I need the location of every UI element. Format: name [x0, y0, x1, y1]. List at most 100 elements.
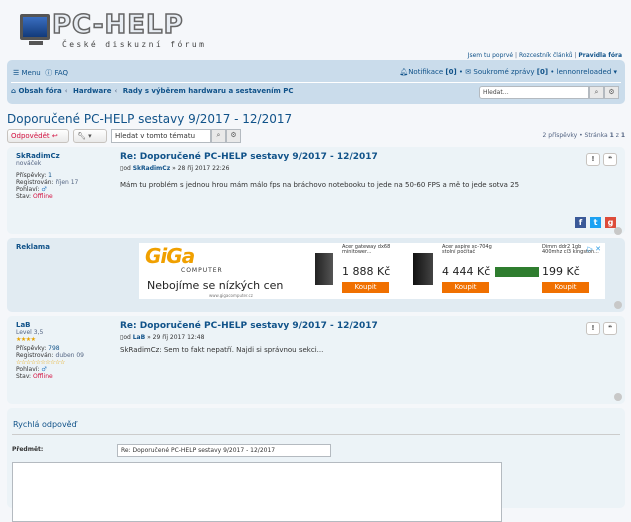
ad-url: www.gigacomputer.cz — [209, 293, 253, 298]
status-badge: Offline — [33, 193, 53, 200]
gear-icon[interactable]: ⚙ — [604, 86, 619, 99]
buy-button[interactable]: Koupit — [542, 282, 589, 293]
buy-button[interactable]: Koupit — [342, 282, 389, 293]
rank-stars: ★★★★ — [16, 336, 36, 343]
registered-date: říjen 17 — [55, 179, 79, 186]
post-profile: LaB Level 3,5 ★★★★ Příspěvky: 798 Regist… — [16, 322, 111, 381]
post-author: ▯od LaB » 29 říj 2017 12:48 — [120, 334, 378, 341]
post-profile: SkRadimCz nováček Příspěvky: 1 Registrov… — [16, 153, 111, 201]
current-page: 1 — [609, 132, 614, 139]
faq-link[interactable]: FAQ — [54, 69, 68, 77]
posts-count[interactable]: 798 — [48, 345, 59, 352]
report-icon[interactable]: ! — [586, 153, 600, 166]
ad-product[interactable]: Acer aspire xc-704g stolní počítač 4 444… — [407, 245, 502, 297]
ad-banner[interactable]: GiGa COMPUTER Nebojíme se nízkých cen ww… — [139, 243, 605, 299]
post-author-link[interactable]: SkRadimCz — [133, 165, 170, 172]
back-to-top-icon[interactable] — [614, 393, 622, 401]
search-icon[interactable]: ⌕ — [589, 86, 604, 99]
quick-reply: Rychlá odpověď Předmět: Re: Doporučené P… — [7, 408, 625, 522]
reply-button[interactable]: Odpovědět ↩ — [7, 129, 69, 143]
bell-icon[interactable]: 🔔︎ — [399, 68, 408, 76]
home-icon[interactable]: ⌂ — [11, 87, 16, 95]
link-first-time[interactable]: Jsem tu poprvé — [468, 52, 513, 59]
pc-image — [413, 253, 433, 285]
pm-link[interactable]: Soukromé zprávy — [473, 68, 534, 76]
post-content: SkRadimCz: Sem to fakt nepatří. Najdi si… — [120, 346, 324, 354]
post: SkRadimCz nováček Příspěvky: 1 Registrov… — [7, 147, 625, 235]
notifications-link[interactable]: Notifikace — [408, 68, 443, 76]
message-textarea[interactable] — [12, 462, 502, 522]
product-price: 1 888 Kč — [342, 265, 391, 278]
crumb-index[interactable]: Obsah fóra — [18, 87, 61, 95]
ram-image — [495, 267, 539, 277]
reply-icon: ↩ — [51, 132, 58, 140]
post-username[interactable]: SkRadimCz — [16, 153, 111, 160]
subject-label: Předmět: — [12, 446, 44, 453]
site-logo[interactable]: PC-HELP České diskuzní fórum — [20, 9, 210, 54]
total-pages: 1 — [620, 132, 625, 139]
gender-label: Pohlaví: — [16, 366, 40, 373]
navbar: ☰ Menu ⓘ FAQ 🔔︎Notifikace [0] • ✉ Soukro… — [7, 60, 625, 104]
ad-slogan: Nebojíme se nízkých cen — [147, 279, 284, 292]
logo-text: PC-HELP — [51, 9, 184, 41]
page-title[interactable]: Doporučené PC-HELP sestavy 9/2017 - 12/2… — [7, 112, 292, 126]
pagination-text: 2 příspěvky • Stránka — [542, 132, 608, 139]
user-menu[interactable]: lennonreloaded ▾ — [557, 68, 617, 76]
monitor-icon — [20, 14, 50, 45]
post-body: Re: Doporučené PC-HELP sestavy 9/2017 - … — [120, 152, 519, 189]
post-buttons: ! ❝ — [583, 322, 617, 335]
back-to-top-icon[interactable] — [614, 301, 622, 309]
post: LaB Level 3,5 ★★★★ Příspěvky: 798 Regist… — [7, 316, 625, 404]
tools-button[interactable]: 🔧︎ ▾ — [73, 129, 107, 143]
breadcrumb: ⌂ Obsah fóra ‹ Hardware ‹ Rady s výběrem h… — [11, 87, 294, 95]
post-date: » 29 říj 2017 12:48 — [147, 334, 205, 341]
registered-label: Registrován: — [16, 352, 54, 359]
post-title[interactable]: Re: Doporučené PC-HELP sestavy 9/2017 - … — [120, 321, 378, 331]
facebook-icon[interactable]: f — [575, 217, 586, 228]
user-rank: Level 3,5 — [16, 329, 44, 336]
posts-count[interactable]: 1 — [48, 172, 52, 179]
posts-label: Příspěvky: — [16, 172, 47, 179]
male-icon: ♂ — [41, 186, 47, 193]
adchoices-icon[interactable]: ▷ ✕ — [588, 245, 601, 253]
link-articles[interactable]: Rozcestník článků — [519, 52, 573, 59]
topic-search-icon[interactable]: ⌕ — [211, 129, 226, 143]
back-to-top-icon[interactable] — [614, 227, 622, 235]
menu-icon[interactable]: ☰ — [13, 69, 19, 77]
ad-product[interactable]: Acer gateway dx68 minitower... 1 888 Kč … — [307, 245, 402, 297]
faq-icon[interactable]: ⓘ — [45, 69, 52, 77]
buy-button[interactable]: Koupit — [442, 282, 489, 293]
post-author-link[interactable]: LaB — [133, 334, 145, 341]
pm-count: [0] — [536, 68, 549, 76]
pc-image — [315, 253, 333, 285]
product-name: Acer aspire xc-704g stolní počítač — [442, 244, 492, 255]
quote-icon[interactable]: ❝ — [603, 322, 617, 335]
logo-tagline: České diskuzní fórum — [62, 40, 207, 49]
gender-label: Pohlaví: — [16, 186, 40, 193]
report-icon[interactable]: ! — [586, 322, 600, 335]
quote-icon[interactable]: ❝ — [603, 153, 617, 166]
search-input[interactable]: Hledat… — [479, 86, 589, 99]
crumb-hardware[interactable]: Hardware — [73, 87, 111, 95]
link-rules[interactable]: Pravidla fóra — [578, 52, 622, 59]
twitter-icon[interactable]: t — [590, 217, 601, 228]
ad-label: Reklama — [16, 243, 50, 251]
subject-field[interactable]: Re: Doporučené PC-HELP sestavy 9/2017 - … — [117, 444, 331, 457]
topic-search-input[interactable]: Hledat v tomto tématu — [111, 129, 211, 143]
post-content: Mám tu problém s jednou hrou mám málo fp… — [120, 181, 520, 189]
registered-date: duben 09 — [55, 352, 84, 359]
post-username[interactable]: LaB — [16, 322, 111, 329]
wrench-icon: 🔧︎ — [77, 132, 86, 140]
crumb-advice[interactable]: Rady s výběrem hardwaru a sestavením PC — [123, 87, 294, 95]
ad-brand-sub: COMPUTER — [181, 267, 223, 274]
post-title[interactable]: Re: Doporučené PC-HELP sestavy 9/2017 - … — [120, 152, 519, 162]
pagination-of: z — [615, 132, 619, 139]
menu-link[interactable]: Menu — [22, 69, 41, 77]
user-rank: nováček — [16, 160, 42, 167]
google-plus-icon[interactable]: g — [605, 217, 616, 228]
post-buttons: ! ❝ — [583, 153, 617, 166]
notifications-count: [0] — [445, 68, 457, 76]
envelope-icon[interactable]: ✉ — [465, 68, 471, 76]
quick-reply-divider — [12, 434, 620, 435]
topic-gear-icon[interactable]: ⚙ — [226, 129, 241, 143]
